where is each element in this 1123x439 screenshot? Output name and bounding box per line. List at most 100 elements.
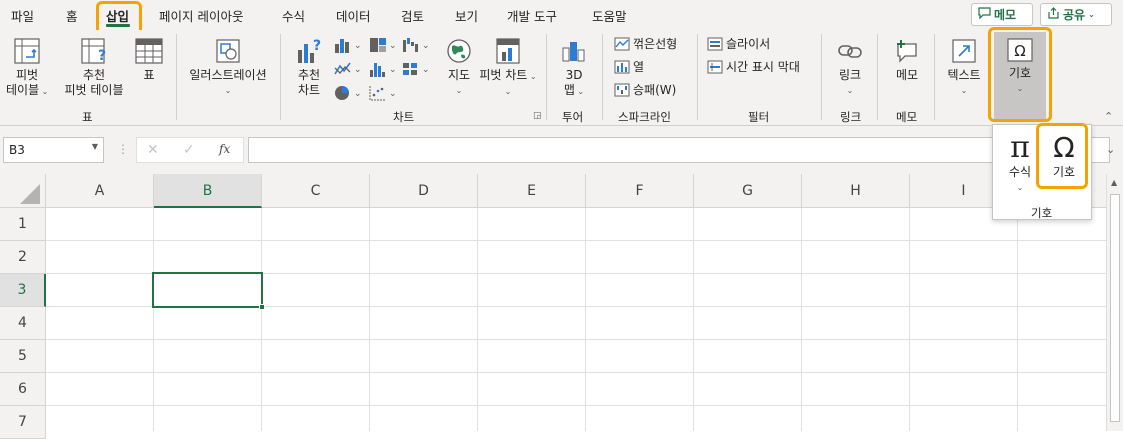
combo-chart-icon: ⌄ bbox=[403, 63, 430, 75]
pie-chart-icon: ⌄ bbox=[335, 86, 362, 100]
comments-button[interactable]: 메모 bbox=[971, 3, 1033, 26]
ribbon-insert: 피벗 테이블 ⌄ ? 추천 피벗 테이블 표 표 일러스트레이션 ⌄ ? 추천 … bbox=[0, 27, 1123, 126]
group-label-sparklines: 스파크라인 bbox=[618, 110, 671, 124]
recommended-charts-button[interactable]: ? 추천 차트 bbox=[290, 34, 328, 98]
svg-text:⌄: ⌄ bbox=[354, 89, 362, 99]
expand-formula-icon[interactable]: ⌄ bbox=[1106, 143, 1115, 156]
column-header-d[interactable]: D bbox=[370, 174, 478, 208]
equation-label: 수식 bbox=[1008, 165, 1032, 179]
share-button[interactable]: 공유 ⌄ bbox=[1040, 3, 1112, 26]
column-header-c[interactable]: C bbox=[262, 174, 370, 208]
table-icon bbox=[135, 38, 163, 64]
chevron-down-icon[interactable]: ▼ bbox=[92, 142, 98, 151]
tab-help[interactable]: 도움말 bbox=[592, 6, 627, 25]
insert-function-icon[interactable]: fx bbox=[219, 142, 230, 156]
gridline bbox=[693, 208, 694, 431]
pivot-table-label-2: 테이블 ⌄ bbox=[6, 83, 49, 97]
more-options-icon[interactable]: ⋮ bbox=[117, 142, 129, 156]
pivot-table-button[interactable]: 피벗 테이블 ⌄ bbox=[6, 34, 48, 99]
scatter-chart-button[interactable]: ⌄ bbox=[368, 84, 398, 105]
gridline bbox=[46, 372, 1106, 373]
new-comment-button[interactable]: 메모 bbox=[887, 34, 927, 83]
column-header-g[interactable]: G bbox=[694, 174, 802, 208]
active-cell-b3[interactable] bbox=[152, 272, 263, 308]
group-separator bbox=[602, 34, 603, 120]
illustrations-button[interactable]: 일러스트레이션 ⌄ bbox=[184, 34, 272, 98]
slicer-button[interactable]: 슬라이서 bbox=[707, 35, 770, 52]
recommended-pivot-label-1: 추천 bbox=[82, 68, 106, 82]
column-header-h[interactable]: H bbox=[802, 174, 910, 208]
row-header-5[interactable]: 5 bbox=[0, 340, 46, 373]
sparkline-winloss-button[interactable]: 승패(W) bbox=[614, 81, 676, 98]
3d-map-button[interactable]: 3D 맵 ⌄ bbox=[555, 34, 593, 99]
tab-file[interactable]: 파일 bbox=[11, 6, 34, 25]
enter-icon[interactable]: ✓ bbox=[183, 142, 195, 158]
pivot-chart-button[interactable]: 피벗 차트 ⌄ ⌄ bbox=[478, 34, 538, 99]
sparkline-line-icon bbox=[614, 37, 630, 50]
globe-icon bbox=[447, 39, 471, 63]
scatter-chart-icon: ⌄ bbox=[369, 86, 397, 101]
row-header-4[interactable]: 4 bbox=[0, 307, 46, 340]
maps-label: 지도 bbox=[447, 68, 471, 82]
chevron-down-icon: ⌄ bbox=[1088, 10, 1095, 19]
text-button[interactable]: 텍스트 ⌄ bbox=[943, 34, 985, 98]
row-header-1[interactable]: 1 bbox=[0, 208, 46, 241]
recommended-pivot-button[interactable]: ? 추천 피벗 테이블 bbox=[60, 34, 128, 98]
row-header-3[interactable]: 3 bbox=[0, 274, 46, 307]
tab-formulas[interactable]: 수식 bbox=[282, 6, 305, 25]
row-header-2[interactable]: 2 bbox=[0, 241, 46, 274]
hierarchy-chart-button[interactable]: ⌄ bbox=[368, 36, 398, 57]
tab-data[interactable]: 데이터 bbox=[336, 6, 371, 25]
select-all-corner[interactable] bbox=[0, 174, 46, 208]
gridline bbox=[369, 208, 370, 431]
combo-chart-button[interactable]: ⌄ bbox=[401, 60, 431, 81]
chevron-down-icon: ⌄ bbox=[224, 86, 232, 95]
cancel-icon[interactable]: ✕ bbox=[147, 142, 159, 158]
collapse-ribbon-icon[interactable]: ⌃ bbox=[1104, 110, 1113, 123]
timeline-label: 시간 표시 막대 bbox=[726, 60, 800, 74]
row-header-6[interactable]: 6 bbox=[0, 373, 46, 406]
gridline bbox=[46, 339, 1106, 340]
tab-developer[interactable]: 개발 도구 bbox=[507, 6, 557, 25]
svg-text:⌄: ⌄ bbox=[422, 41, 430, 51]
column-header-f[interactable]: F bbox=[586, 174, 694, 208]
line-chart-button[interactable]: ⌄ bbox=[333, 60, 363, 81]
illustrations-icon bbox=[216, 39, 240, 63]
recommended-pivot-label-2: 피벗 테이블 bbox=[64, 83, 124, 97]
formula-input[interactable] bbox=[248, 137, 1110, 163]
row-header-7[interactable]: 7 bbox=[0, 406, 46, 439]
recommended-charts-icon: ? bbox=[298, 38, 321, 63]
sparkline-line-button[interactable]: 꺾은선형 bbox=[614, 35, 677, 52]
waterfall-chart-button[interactable]: ⌄ bbox=[401, 36, 431, 57]
vertical-scrollbar[interactable]: ▲ bbox=[1106, 174, 1123, 431]
svg-text:⌄: ⌄ bbox=[422, 65, 430, 75]
sparkline-column-button[interactable]: 열 bbox=[614, 58, 644, 75]
link-button[interactable]: 링크 ⌄ bbox=[830, 34, 870, 98]
fill-handle[interactable] bbox=[259, 304, 265, 310]
column-chart-button[interactable]: ⌄ bbox=[333, 36, 363, 57]
tab-home[interactable]: 홈 bbox=[66, 6, 78, 25]
statistic-chart-button[interactable]: ⌄ bbox=[368, 60, 398, 81]
name-box[interactable]: B3 ▼ bbox=[3, 137, 104, 163]
3d-map-label-1: 3D bbox=[565, 68, 583, 82]
text-icon bbox=[952, 39, 976, 63]
dialog-launcher-icon[interactable]: ◲ bbox=[533, 111, 542, 121]
scrollbar-thumb[interactable] bbox=[1110, 194, 1120, 422]
recommended-pivot-icon: ? bbox=[81, 38, 106, 64]
column-header-e[interactable]: E bbox=[478, 174, 586, 208]
scroll-up-icon[interactable]: ▲ bbox=[1111, 178, 1117, 187]
column-header-a[interactable]: A bbox=[46, 174, 154, 208]
line-chart-icon: ⌄ bbox=[334, 62, 362, 75]
column-chart-icon: ⌄ bbox=[335, 39, 362, 53]
tab-page-layout[interactable]: 페이지 레이아웃 bbox=[159, 6, 243, 25]
equation-button[interactable]: π 수식 ⌄ bbox=[1001, 131, 1039, 195]
table-label: 표 bbox=[143, 68, 155, 82]
gridline bbox=[585, 208, 586, 431]
maps-button[interactable]: 지도 ⌄ bbox=[441, 34, 477, 98]
tab-review[interactable]: 검토 bbox=[401, 6, 424, 25]
timeline-button[interactable]: 시간 표시 막대 bbox=[707, 58, 800, 75]
tab-view[interactable]: 보기 bbox=[455, 6, 478, 25]
pie-chart-button[interactable]: ⌄ bbox=[333, 84, 363, 105]
column-header-b[interactable]: B bbox=[154, 174, 262, 208]
table-button[interactable]: 표 bbox=[132, 34, 166, 83]
